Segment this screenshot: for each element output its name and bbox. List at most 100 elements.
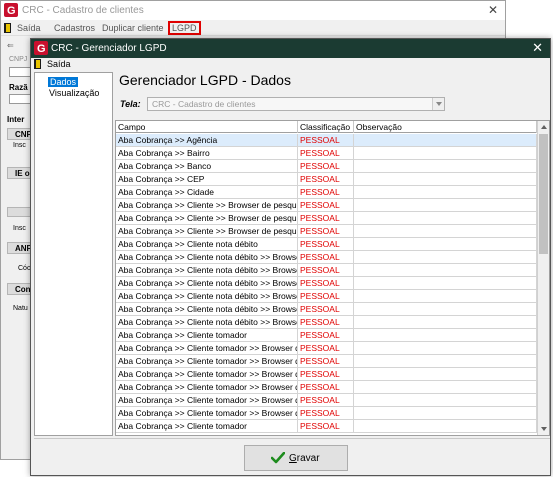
cell-classificacao[interactable]: PESSOAL bbox=[298, 368, 354, 380]
table-row[interactable]: Aba Cobrança >> Cliente tomador PESSOAL bbox=[116, 329, 537, 342]
cell-campo[interactable]: Aba Cobrança >> Bairro bbox=[116, 147, 298, 159]
cell-campo[interactable]: Aba Cobrança >> Cliente tomador >> Brows… bbox=[116, 407, 298, 419]
cell-classificacao[interactable]: PESSOAL bbox=[298, 225, 354, 237]
cell-campo[interactable]: Aba Cobrança >> CEP bbox=[116, 173, 298, 185]
cell-classificacao[interactable]: PESSOAL bbox=[298, 199, 354, 211]
cell-campo[interactable]: Aba Cobrança >> Cliente >> Browser de pe… bbox=[116, 212, 298, 224]
table-row[interactable]: Aba Cobrança >> Cliente nota débito >> B… bbox=[116, 277, 537, 290]
cell-observacao[interactable] bbox=[354, 329, 537, 341]
cell-observacao[interactable] bbox=[354, 420, 537, 432]
cell-observacao[interactable] bbox=[354, 394, 537, 406]
table-row[interactable]: Aba Cobrança >> Cliente nota débito >> B… bbox=[116, 264, 537, 277]
cell-campo[interactable]: Aba Cobrança >> Cidade bbox=[116, 186, 298, 198]
cell-campo[interactable]: Aba Cobrança >> Cliente tomador bbox=[116, 420, 298, 432]
tela-select[interactable]: CRC - Cadastro de clientes bbox=[147, 97, 445, 111]
cell-campo[interactable]: Aba Cobrança >> Cliente tomador >> Brows… bbox=[116, 381, 298, 393]
cell-observacao[interactable] bbox=[354, 160, 537, 172]
cell-classificacao[interactable]: PESSOAL bbox=[298, 238, 354, 250]
table-row[interactable]: Aba Cobrança >> Cliente tomador >> Brows… bbox=[116, 368, 537, 381]
table-row[interactable]: Aba Cobrança >> Cidade PESSOAL bbox=[116, 186, 537, 199]
table-row[interactable]: Aba Cobrança >> Cliente >> Browser de pe… bbox=[116, 199, 537, 212]
cell-observacao[interactable] bbox=[354, 134, 537, 146]
vertical-scrollbar[interactable] bbox=[537, 121, 549, 435]
cell-campo[interactable]: Aba Cobrança >> Cliente nota débito >> B… bbox=[116, 316, 298, 328]
cell-classificacao[interactable]: PESSOAL bbox=[298, 407, 354, 419]
cell-classificacao[interactable]: PESSOAL bbox=[298, 173, 354, 185]
cell-campo[interactable]: Aba Cobrança >> Cliente >> Browser de pe… bbox=[116, 225, 298, 237]
menu-duplicar-cliente[interactable]: Duplicar cliente bbox=[102, 23, 164, 33]
cell-observacao[interactable] bbox=[354, 212, 537, 224]
cell-classificacao[interactable]: PESSOAL bbox=[298, 212, 354, 224]
close-icon[interactable]: ✕ bbox=[488, 3, 498, 17]
cell-observacao[interactable] bbox=[354, 238, 537, 250]
cell-observacao[interactable] bbox=[354, 251, 537, 263]
column-header-campo[interactable]: Campo bbox=[116, 121, 298, 133]
cell-observacao[interactable] bbox=[354, 407, 537, 419]
table-row[interactable]: Aba Cobrança >> Cliente tomador >> Brows… bbox=[116, 355, 537, 368]
cell-campo[interactable]: Aba Cobrança >> Cliente nota débito >> B… bbox=[116, 264, 298, 276]
cell-classificacao[interactable]: PESSOAL bbox=[298, 290, 354, 302]
menu-lgpd[interactable]: LGPD bbox=[168, 21, 201, 35]
table-row[interactable]: Aba Cobrança >> Cliente >> Browser de pe… bbox=[116, 225, 537, 238]
scroll-down-icon[interactable] bbox=[538, 423, 549, 435]
table-row[interactable]: Aba Cobrança >> Cliente nota débito >> B… bbox=[116, 303, 537, 316]
cell-campo[interactable]: Aba Cobrança >> Banco bbox=[116, 160, 298, 172]
cell-classificacao[interactable]: PESSOAL bbox=[298, 420, 354, 432]
cell-campo[interactable]: Aba Cobrança >> Cliente >> Browser de pe… bbox=[116, 199, 298, 211]
cell-observacao[interactable] bbox=[354, 290, 537, 302]
column-header-observacao[interactable]: Observação bbox=[354, 121, 537, 133]
cell-classificacao[interactable]: PESSOAL bbox=[298, 160, 354, 172]
cell-classificacao[interactable]: PESSOAL bbox=[298, 381, 354, 393]
cell-classificacao[interactable]: PESSOAL bbox=[298, 277, 354, 289]
table-row[interactable]: Aba Cobrança >> Bairro PESSOAL bbox=[116, 147, 537, 160]
cell-observacao[interactable] bbox=[354, 368, 537, 380]
table-row[interactable]: Aba Cobrança >> Cliente nota débito >> B… bbox=[116, 316, 537, 329]
cell-classificacao[interactable]: PESSOAL bbox=[298, 394, 354, 406]
cell-observacao[interactable] bbox=[354, 147, 537, 159]
cell-observacao[interactable] bbox=[354, 277, 537, 289]
cell-campo[interactable]: Aba Cobrança >> Cliente nota débito >> B… bbox=[116, 290, 298, 302]
cell-campo[interactable]: Aba Cobrança >> Cliente nota débito >> B… bbox=[116, 251, 298, 263]
menu-saida[interactable]: Saída bbox=[17, 23, 41, 33]
menu-saida[interactable]: Saída bbox=[47, 59, 71, 69]
nav-item-visualizacao[interactable]: Visualização bbox=[49, 88, 99, 98]
cell-campo[interactable]: Aba Cobrança >> Cliente tomador >> Brows… bbox=[116, 394, 298, 406]
table-row[interactable]: Aba Cobrança >> Cliente tomador PESSOAL bbox=[116, 420, 537, 433]
cell-classificacao[interactable]: PESSOAL bbox=[298, 355, 354, 367]
cell-observacao[interactable] bbox=[354, 303, 537, 315]
scroll-up-icon[interactable] bbox=[538, 121, 549, 133]
table-row[interactable]: Aba Cobrança >> Cliente tomador >> Brows… bbox=[116, 394, 537, 407]
cell-campo[interactable]: Aba Cobrança >> Cliente tomador >> Brows… bbox=[116, 368, 298, 380]
table-row[interactable]: Aba Cobrança >> Cliente nota débito PESSO… bbox=[116, 238, 537, 251]
cell-observacao[interactable] bbox=[354, 173, 537, 185]
cell-classificacao[interactable]: PESSOAL bbox=[298, 329, 354, 341]
cell-classificacao[interactable]: PESSOAL bbox=[298, 264, 354, 276]
table-row[interactable]: Aba Cobrança >> Cliente >> Browser de pe… bbox=[116, 212, 537, 225]
table-row[interactable]: Aba Cobrança >> Cliente tomador >> Brows… bbox=[116, 342, 537, 355]
table-row[interactable]: Aba Cobrança >> Cliente nota débito >> B… bbox=[116, 290, 537, 303]
chevron-down-icon[interactable] bbox=[432, 98, 444, 110]
cell-classificacao[interactable]: PESSOAL bbox=[298, 303, 354, 315]
cell-campo[interactable]: Aba Cobrança >> Cliente tomador >> Brows… bbox=[116, 355, 298, 367]
cell-classificacao[interactable]: PESSOAL bbox=[298, 134, 354, 146]
scrollbar-thumb[interactable] bbox=[539, 134, 548, 254]
cell-observacao[interactable] bbox=[354, 199, 537, 211]
cell-campo[interactable]: Aba Cobrança >> Agência bbox=[116, 134, 298, 146]
cell-campo[interactable]: Aba Cobrança >> Cliente tomador >> Brows… bbox=[116, 342, 298, 354]
close-icon[interactable]: ✕ bbox=[532, 40, 543, 56]
nav-item-dados[interactable]: Dados bbox=[48, 77, 79, 87]
cell-observacao[interactable] bbox=[354, 355, 537, 367]
cell-classificacao[interactable]: PESSOAL bbox=[298, 251, 354, 263]
table-row[interactable]: Aba Cobrança >> Cliente tomador >> Brows… bbox=[116, 407, 537, 420]
table-row[interactable]: Aba Cobrança >> Cliente nota débito >> B… bbox=[116, 251, 537, 264]
menu-cadastros[interactable]: Cadastros bbox=[54, 23, 95, 33]
table-row[interactable]: Aba Cobrança >> CEP PESSOAL bbox=[116, 173, 537, 186]
cell-campo[interactable]: Aba Cobrança >> Cliente tomador bbox=[116, 329, 298, 341]
column-header-classificacao[interactable]: Classificação bbox=[298, 121, 354, 133]
cell-observacao[interactable] bbox=[354, 264, 537, 276]
cell-observacao[interactable] bbox=[354, 342, 537, 354]
cell-classificacao[interactable]: PESSOAL bbox=[298, 316, 354, 328]
cell-observacao[interactable] bbox=[354, 381, 537, 393]
cell-observacao[interactable] bbox=[354, 316, 537, 328]
table-row[interactable]: Aba Cobrança >> Cliente tomador >> Brows… bbox=[116, 381, 537, 394]
